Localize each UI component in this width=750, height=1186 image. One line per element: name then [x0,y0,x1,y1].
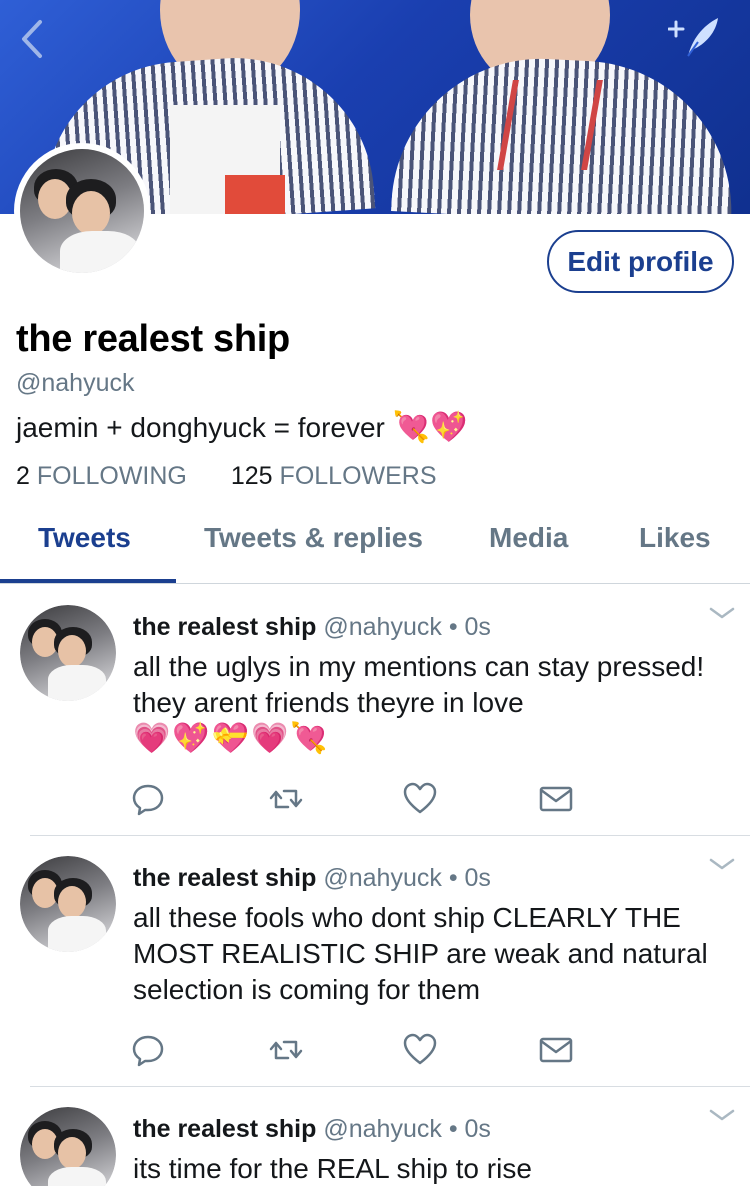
tweet-emojis: 💗💖💝💗💘 [133,722,330,755]
like-heart-icon[interactable] [402,1032,438,1068]
tab-likes[interactable]: Likes [639,522,711,554]
tweet-meta-dot: • [448,864,458,892]
followers-label: FOLLOWERS [279,462,437,490]
tweet-author-handle: @nahyuck [323,864,442,892]
profile-handle: @nahyuck [16,369,135,397]
followers-count: 125 [230,462,273,490]
chevron-down-icon[interactable] [708,856,736,872]
tweet-author-name[interactable]: the realest ship [133,613,316,641]
tweet-header: the realest ship @nahyuck • 0s [133,1115,491,1144]
chevron-left-icon [22,20,42,58]
tweet-author-name[interactable]: the realest ship [133,1115,316,1143]
followers-stat[interactable]: 125 FOLLOWERS [231,462,437,491]
back-button[interactable] [10,14,54,64]
chevron-down-icon[interactable] [708,605,736,621]
tweet-text: its time for the REAL ship to rise [133,1151,733,1186]
tweet-item[interactable]: the realest ship @nahyuck • 0s all these… [0,836,750,1086]
tab-media[interactable]: Media [489,522,568,554]
following-stat[interactable]: 2 FOLLOWING [16,462,187,491]
tweet-text: all the uglys in my mentions can stay pr… [133,649,733,757]
profile-display-name: the realest ship [16,318,290,360]
tweet-text-content: all these fools who dont ship CLEARLY TH… [133,902,708,1005]
direct-message-icon[interactable] [538,1032,574,1068]
bio-emojis: 💘💖 [392,411,468,444]
tweet-timestamp: 0s [464,613,491,641]
profile-stats: 2 FOLLOWING 125 FOLLOWERS [16,462,437,491]
tweet-header: the realest ship @nahyuck • 0s [133,864,491,893]
tweet-header: the realest ship @nahyuck • 0s [133,613,491,642]
tweet-author-name[interactable]: the realest ship [133,864,316,892]
reply-icon[interactable] [130,781,166,817]
compose-tweet-icon [667,18,718,57]
profile-tabs: Tweets Tweets & replies Media Likes [0,506,750,584]
active-tab-indicator [0,579,176,583]
retweet-icon[interactable] [268,781,304,817]
tab-tweets-and-replies[interactable]: Tweets & replies [204,522,423,554]
tweet-item[interactable]: the realest ship @nahyuck • 0s its time … [0,1087,750,1186]
tweet-author-handle: @nahyuck [323,613,442,641]
edit-profile-button[interactable]: Edit profile [547,230,734,293]
following-label: FOLLOWING [36,462,187,490]
tweet-text-content: its time for the REAL ship to rise [133,1153,532,1184]
banner-tshirt-logo [225,175,285,214]
tab-tweets[interactable]: Tweets [38,522,131,554]
tweet-text-content: all the uglys in my mentions can stay pr… [133,651,705,718]
tweet-avatar[interactable] [20,856,116,952]
tweet-text: all these fools who dont ship CLEARLY TH… [133,900,733,1008]
compose-tweet-button[interactable] [667,14,722,60]
tweet-author-handle: @nahyuck [323,1115,442,1143]
tweet-meta-dot: • [448,1115,458,1143]
direct-message-icon[interactable] [538,781,574,817]
reply-icon[interactable] [130,1032,166,1068]
like-heart-icon[interactable] [402,781,438,817]
chevron-down-icon[interactable] [708,1107,736,1123]
tweet-timestamp: 0s [464,864,491,892]
profile-avatar[interactable] [14,143,150,279]
banner-collar [497,80,603,170]
tweet-avatar[interactable] [20,1107,116,1186]
following-count: 2 [16,462,30,490]
retweet-icon[interactable] [268,1032,304,1068]
tweet-avatar[interactable] [20,605,116,701]
tweet-timestamp: 0s [464,1115,491,1143]
tweet-item[interactable]: the realest ship @nahyuck • 0s all the u… [0,585,750,835]
profile-bio: jaemin + donghyuck = forever 💘💖 [16,410,468,445]
tweet-meta-dot: • [448,613,458,641]
bio-text: jaemin + donghyuck = forever [16,411,385,443]
